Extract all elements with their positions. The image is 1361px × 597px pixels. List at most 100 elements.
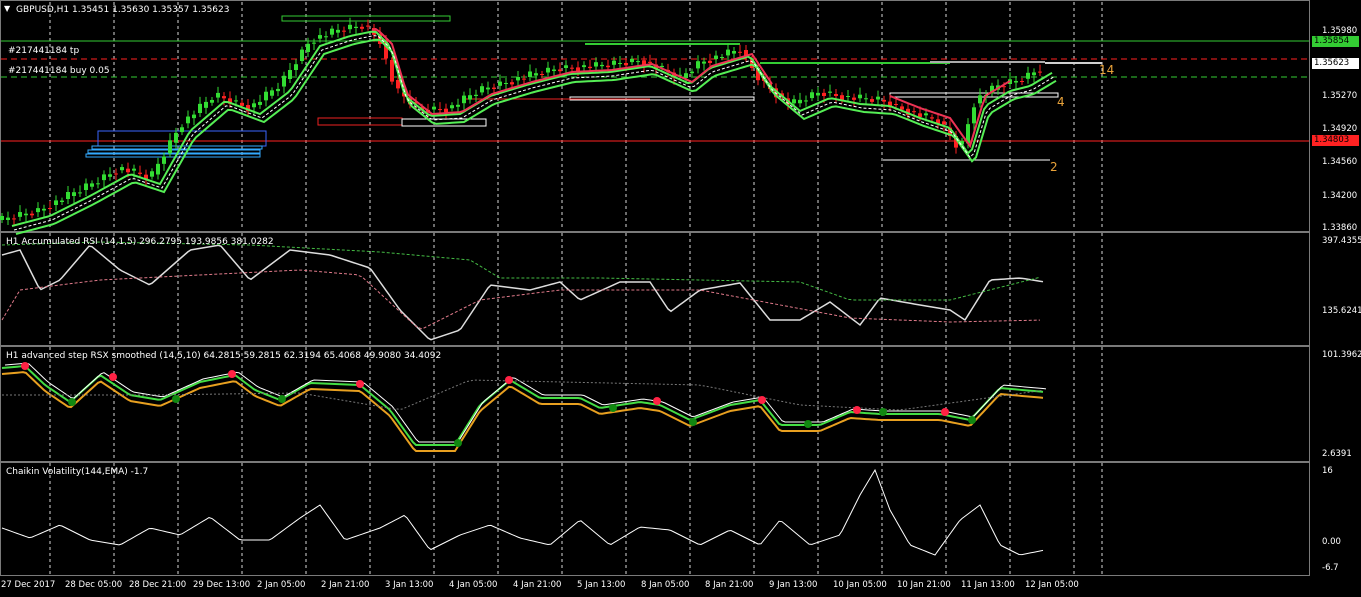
candle-body [558, 69, 562, 72]
candle-body [522, 78, 526, 80]
candle-body [432, 106, 436, 110]
time-label: 9 Jan 13:00 [769, 580, 818, 590]
order-tp-label: #217441184 tp [8, 46, 80, 56]
candle-body [30, 213, 34, 216]
candle-body [972, 107, 976, 124]
candle-body [192, 114, 196, 119]
candle-body [276, 88, 280, 92]
candle-body [342, 30, 346, 32]
candle-body [252, 103, 256, 108]
candle-body [84, 183, 88, 190]
candle-body [930, 117, 934, 119]
candle-body [696, 61, 700, 69]
candle-body [168, 140, 172, 154]
candle-body [600, 64, 604, 67]
chart-drawing [0, 2, 1309, 574]
candle-body [624, 63, 628, 66]
candle-body [348, 24, 352, 30]
candle-body [462, 95, 466, 104]
candle-body [324, 36, 328, 38]
ma-white-mid [13, 35, 1055, 231]
rsx-dot-red [228, 370, 236, 378]
candle-body [504, 83, 508, 84]
rsx-dot-green [804, 420, 812, 428]
candle-body [1026, 72, 1030, 79]
candle-body [258, 101, 262, 105]
chaikin-scale-bottom: -6.7 [1322, 563, 1339, 573]
candle-body [498, 81, 502, 86]
candle-body [1014, 81, 1018, 83]
candle-body [210, 99, 214, 103]
time-label: 8 Jan 05:00 [641, 580, 690, 590]
zone-box [85, 153, 261, 158]
candle-body [60, 200, 64, 202]
price-tick: 1.34560 [1322, 157, 1358, 167]
candle-body [582, 65, 586, 68]
level-marker-14: 14 [1099, 63, 1115, 77]
candle-body [330, 28, 334, 35]
candle-body [594, 62, 598, 67]
candle-body [162, 156, 166, 164]
candle-body [1032, 72, 1036, 76]
candle-body [300, 49, 304, 61]
candle-body [528, 71, 532, 77]
candle-body [24, 213, 28, 216]
rsi-title: H1 Accumulated RSI (14,1,5) 296.2795 193… [6, 237, 274, 247]
time-label: 27 Dec 2017 [1, 580, 56, 590]
symbol-info: GBPUSD,H1 1.35451 1.35630 1.35357 1.3562… [16, 5, 230, 15]
candle-body [174, 132, 178, 143]
ma-green-upper [11, 30, 1053, 227]
candle-body [588, 66, 592, 69]
candle-body [54, 200, 58, 205]
candle-body [18, 212, 22, 217]
candle-body [876, 96, 880, 100]
candle-body [234, 100, 238, 102]
candle-body [1038, 71, 1042, 73]
candle-body [510, 82, 514, 85]
rsx-dot-red [758, 396, 766, 404]
candle-body [102, 174, 106, 181]
rsx-dot-green [278, 395, 286, 403]
candle-body [366, 25, 370, 27]
candle-body [828, 91, 832, 93]
candle-body [222, 96, 226, 99]
candle-body [390, 60, 394, 82]
candle-body [0, 216, 4, 220]
candle-body [726, 49, 730, 56]
candle-body [438, 109, 442, 111]
current-price-box: 1.35623 [1312, 58, 1359, 69]
price-tick: 1.35980 [1322, 26, 1358, 36]
candle-body [204, 101, 208, 108]
price-tick: 1.33860 [1322, 223, 1358, 233]
candle-body [450, 105, 454, 109]
rsx-scale-bottom: 2.6391 [1322, 449, 1352, 459]
candle-body [924, 113, 928, 116]
candle-body [90, 183, 94, 187]
rsx-white-line [4, 362, 1047, 443]
candle-body [552, 69, 556, 71]
candle-body [270, 90, 274, 96]
rsx-dot-red [653, 397, 661, 405]
candle-body [864, 98, 868, 100]
chaikin-title: Chaikin Volatility(144,EMA) -1.7 [6, 467, 149, 477]
time-label: 28 Dec 05:00 [65, 580, 123, 590]
time-label: 2 Jan 21:00 [321, 580, 370, 590]
candle-body [870, 99, 874, 102]
zone-box [281, 15, 451, 22]
candle-body [798, 99, 802, 104]
chart-menu-icon[interactable]: ▼ [4, 4, 10, 13]
rsx-dot-green [454, 439, 462, 447]
time-label: 4 Jan 05:00 [449, 580, 498, 590]
candle-body [354, 26, 358, 28]
candle-body [846, 96, 850, 97]
candle-body [714, 55, 718, 59]
level-marker-4: 4 [1057, 95, 1065, 109]
time-label: 28 Dec 21:00 [129, 580, 187, 590]
time-label: 12 Jan 05:00 [1025, 580, 1079, 590]
candle-body [834, 94, 838, 96]
candle-body [942, 121, 946, 125]
rsx-dot-green [172, 395, 180, 403]
candle-body [852, 97, 856, 100]
time-label: 10 Jan 21:00 [897, 580, 951, 590]
candle-body [396, 80, 400, 89]
